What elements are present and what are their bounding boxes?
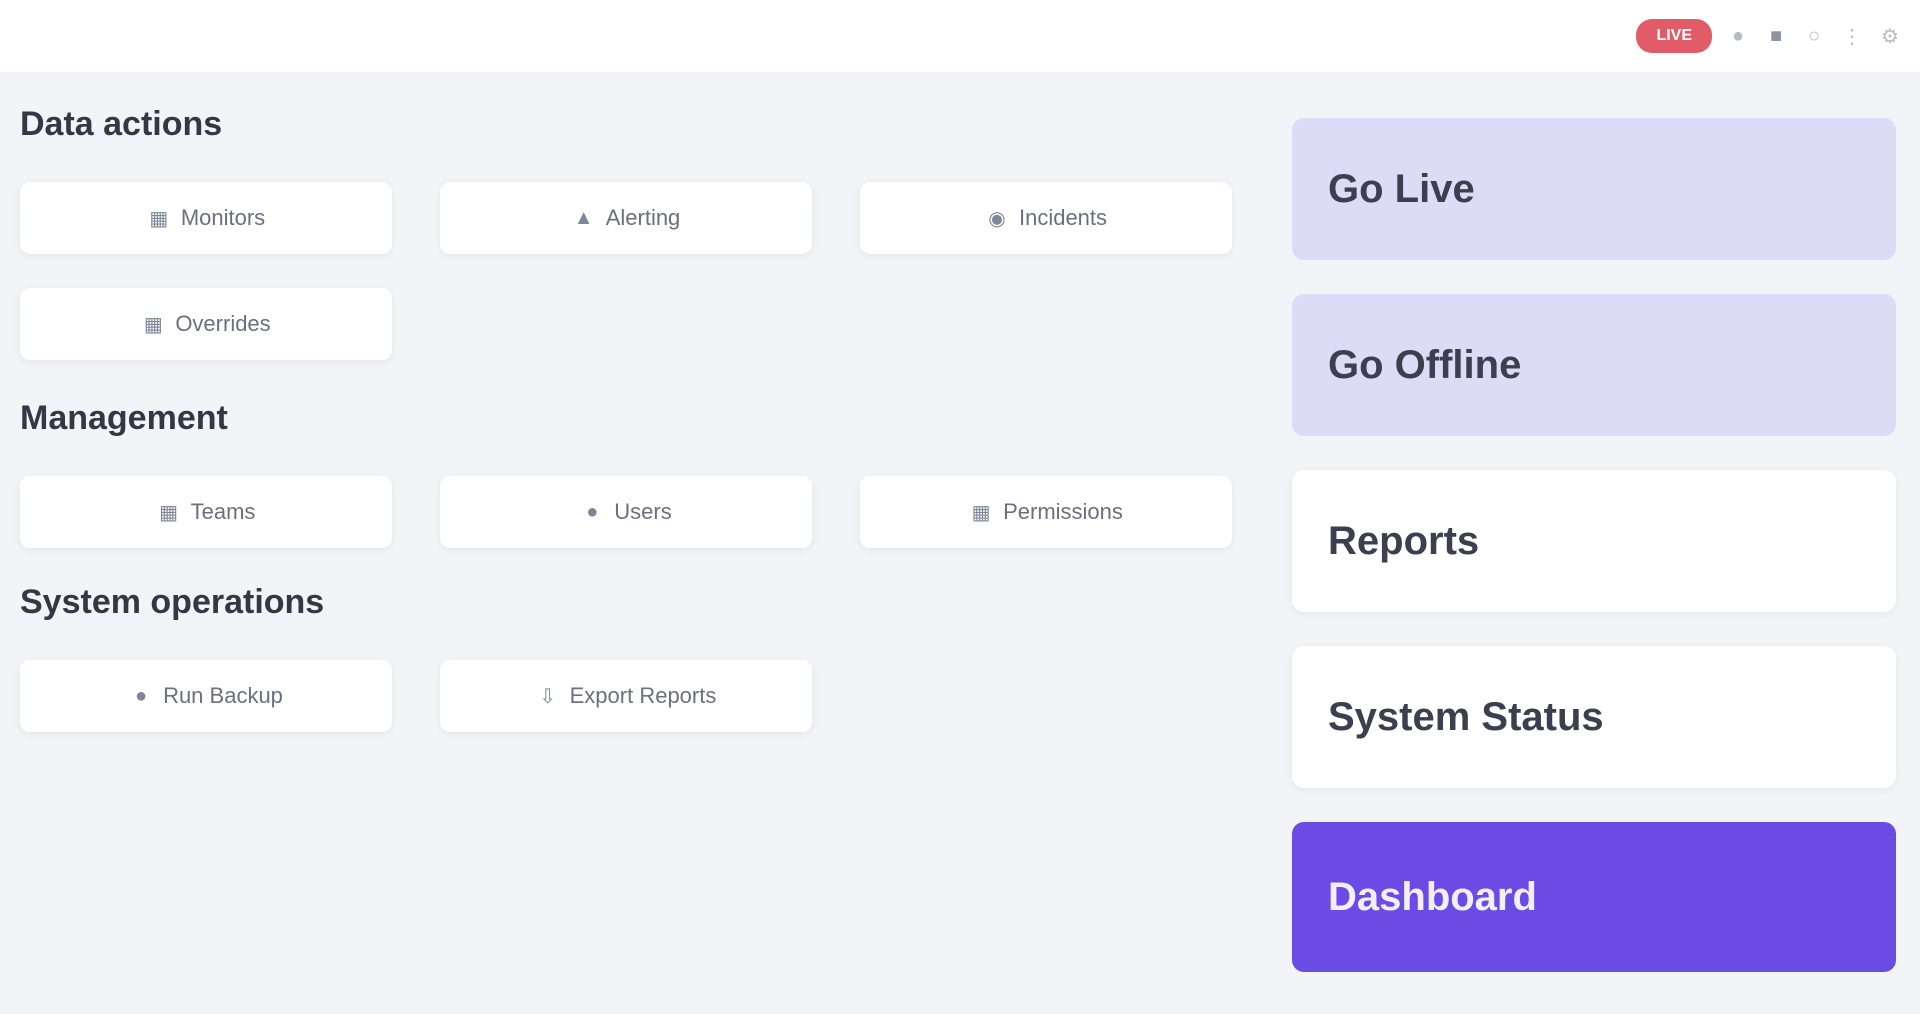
- button-label: Export Reports: [569, 683, 717, 708]
- section-title: Management: [20, 399, 228, 437]
- button-label: Overrides: [175, 311, 271, 336]
- users-button[interactable]: ● Users: [440, 476, 812, 548]
- reports-button[interactable]: Reports: [1292, 470, 1896, 612]
- button-label: Alerting: [605, 205, 681, 230]
- run-backup-button[interactable]: ● Run Backup: [20, 660, 392, 732]
- section-title: System operations: [20, 583, 325, 621]
- alert-icon: ▲: [573, 206, 594, 229]
- button-label: Users: [614, 499, 672, 524]
- go-live-button[interactable]: Go Live: [1292, 118, 1896, 260]
- button-label: Permissions: [1003, 499, 1123, 524]
- button-label: Incidents: [1018, 205, 1108, 230]
- section-management: Management ▦ Teams ● Users ▦ Permissions: [20, 394, 1240, 548]
- user-icon: ●: [586, 500, 599, 523]
- go-offline-button[interactable]: Go Offline: [1292, 294, 1896, 436]
- export-icon: ⇩: [539, 685, 556, 708]
- section-system-operations: System operations ● Run Backup ⇩ Export Re…: [20, 578, 1240, 732]
- button-label: Run Backup: [163, 683, 283, 708]
- lock-icon: ▦: [971, 501, 991, 524]
- quick-actions-panel: Go Live Go Offline Reports System Status…: [1292, 118, 1896, 972]
- settings-icon[interactable]: ⚙: [1878, 24, 1902, 48]
- override-icon: ▦: [143, 313, 163, 336]
- mic-icon[interactable]: ●: [1726, 24, 1750, 48]
- live-status-badge[interactable]: LIVE: [1636, 19, 1712, 53]
- export-reports-button[interactable]: ⇩ Export Reports: [440, 660, 812, 732]
- chart-icon: ▦: [149, 207, 169, 230]
- button-label: Monitors: [180, 205, 266, 230]
- top-bar-actions: LIVE ● ■ ○ ⋮ ⚙: [1636, 14, 1902, 58]
- control-panel: Data actions ▦ Monitors ▲ Alerting ◉ Incide…: [20, 100, 1240, 732]
- camera-icon[interactable]: ■: [1764, 24, 1788, 48]
- permissions-button[interactable]: ▦ Permissions: [860, 476, 1232, 548]
- system-status-button[interactable]: System Status: [1292, 646, 1896, 788]
- incidents-button[interactable]: ◉ Incidents: [860, 182, 1232, 254]
- incident-icon: ◉: [988, 207, 1006, 230]
- overrides-button[interactable]: ▦ Overrides: [20, 288, 392, 360]
- alerting-button[interactable]: ▲ Alerting: [440, 182, 812, 254]
- bell-icon[interactable]: ○: [1802, 24, 1826, 48]
- section-data-actions: Data actions ▦ Monitors ▲ Alerting ◉ Incide…: [20, 100, 1240, 360]
- team-icon: ▦: [159, 501, 179, 524]
- monitors-button[interactable]: ▦ Monitors: [20, 182, 392, 254]
- section-title: Data actions: [20, 105, 223, 143]
- more-icon[interactable]: ⋮: [1840, 24, 1864, 48]
- teams-button[interactable]: ▦ Teams: [20, 476, 392, 548]
- top-bar: LIVE ● ■ ○ ⋮ ⚙: [0, 0, 1920, 72]
- button-label: Teams: [190, 499, 256, 524]
- dashboard-button[interactable]: Dashboard: [1292, 822, 1896, 972]
- backup-icon: ●: [135, 684, 148, 707]
